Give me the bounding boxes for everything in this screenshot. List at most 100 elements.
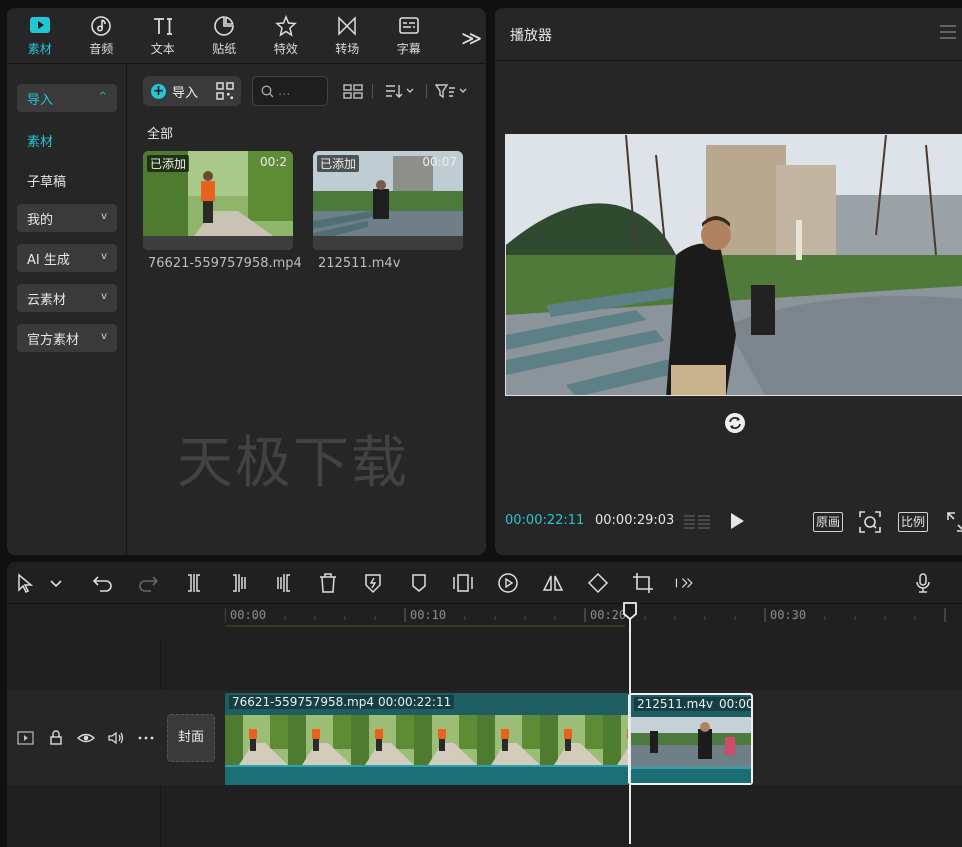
track-type-icon xyxy=(17,730,35,746)
tab-subtitle[interactable]: 字幕 xyxy=(378,8,440,64)
media-name: 212511.m4v xyxy=(318,256,401,271)
clip-duration: 00:00 xyxy=(716,697,751,711)
player-title: 播放器 xyxy=(510,28,552,44)
original-quality-button[interactable]: 原画 xyxy=(813,512,844,532)
playhead-handle[interactable] xyxy=(623,602,637,620)
nav-ai-label: AI 生成 xyxy=(27,252,70,268)
timeline-panel: 00:00 00:10 00:20 00:30 封面 76621-5597579… xyxy=(7,562,962,847)
media-name: 76621-559757958.mp4 xyxy=(148,256,302,271)
focus-icon[interactable] xyxy=(859,511,881,533)
delete-icon[interactable] xyxy=(317,572,339,594)
marker-icon[interactable] xyxy=(408,572,430,594)
clip-audio-strip xyxy=(630,767,751,783)
crop-icon[interactable] xyxy=(632,572,654,594)
split-icon[interactable] xyxy=(183,572,205,594)
subtitle-icon xyxy=(398,17,419,34)
nav-cloud-label: 云素材 xyxy=(27,292,67,308)
lock-icon[interactable] xyxy=(47,730,65,746)
filter-icon[interactable] xyxy=(435,82,469,100)
media-item[interactable]: 已添加 00:07 xyxy=(313,151,463,250)
tab-sticker[interactable]: 贴纸 xyxy=(194,8,256,64)
sort-icon[interactable] xyxy=(385,82,415,100)
select-tool-icon[interactable] xyxy=(15,572,37,594)
player-panel: 播放器 00:00:22:11 00:00:29:03 原画 比例 xyxy=(495,8,962,555)
left-nav: 导入 ^ 素材 子草稿 我的 v AI 生成 v 云素材 v 官方素材 v xyxy=(7,65,127,555)
top-tabs: 素材 音频 文本 贴纸 特效 转场 字幕 ≫ xyxy=(7,8,486,64)
nav-mine-label: 我的 xyxy=(27,212,54,228)
clip-duration: 00:00:22:11 xyxy=(375,695,455,709)
tab-transition[interactable]: 转场 xyxy=(317,8,379,64)
nav-official[interactable]: 官方素材 v xyxy=(17,324,117,352)
qr-code-icon[interactable] xyxy=(216,82,234,100)
tab-effects[interactable]: 特效 xyxy=(255,8,317,64)
nav-import-label: 导入 xyxy=(27,92,54,108)
text-icon xyxy=(153,18,172,35)
audio-icon xyxy=(91,16,112,36)
chevron-down-icon: v xyxy=(101,251,107,262)
tab-text[interactable]: 文本 xyxy=(132,8,194,64)
clip-filmstrip xyxy=(630,717,751,767)
playhead-line[interactable] xyxy=(629,604,631,844)
tab-label: 素材 xyxy=(27,42,52,56)
plus-icon: + xyxy=(151,82,166,99)
nav-cloud[interactable]: 云素材 v xyxy=(17,284,117,312)
more-icon[interactable] xyxy=(137,730,155,746)
search-box[interactable] xyxy=(252,76,328,106)
search-icon xyxy=(261,85,274,97)
timeline-ruler[interactable]: 00:00 00:10 00:20 00:30 xyxy=(224,604,962,628)
tab-label: 贴纸 xyxy=(212,42,237,56)
tab-audio[interactable]: 音频 xyxy=(71,8,133,64)
nav-ai-generate[interactable]: AI 生成 v xyxy=(17,244,117,272)
ratio-button[interactable]: 比例 xyxy=(898,512,929,532)
chevron-down-icon[interactable] xyxy=(45,572,62,594)
eye-icon[interactable] xyxy=(76,730,96,746)
play-icon[interactable] xyxy=(729,512,745,530)
timeline-toolbar xyxy=(7,562,962,604)
tabs-more-button[interactable]: ≫ xyxy=(461,26,482,50)
nav-import[interactable]: 导入 ^ xyxy=(17,84,117,112)
tab-label: 特效 xyxy=(273,42,298,56)
clip-thumbnails xyxy=(630,717,751,767)
tab-media[interactable]: 素材 xyxy=(9,8,71,64)
media-panel: 素材 音频 文本 贴纸 特效 转场 字幕 ≫ 导入 ^ 素材 子草稿 我的 v … xyxy=(7,8,486,555)
menu-icon[interactable] xyxy=(939,24,957,40)
media-duration: 00:07 xyxy=(422,155,457,169)
watermark: 天极下载 xyxy=(177,431,409,496)
layout-grid-icon[interactable] xyxy=(343,82,363,100)
volume-icon[interactable] xyxy=(107,730,125,746)
undo-icon[interactable] xyxy=(92,572,114,594)
clip-filmstrip xyxy=(225,715,628,765)
speed-icon[interactable] xyxy=(497,572,519,594)
media-item[interactable]: 已添加 00:2 xyxy=(143,151,293,250)
cover-button[interactable]: 封面 xyxy=(167,714,215,762)
ruler-label: 00:30 xyxy=(770,608,807,622)
rotate-clip-icon[interactable] xyxy=(587,572,609,594)
search-input[interactable] xyxy=(278,83,318,99)
fullscreen-icon[interactable] xyxy=(947,512,962,532)
clip-name: 212511.m4v xyxy=(634,697,717,711)
nav-mine[interactable]: 我的 v xyxy=(17,204,117,232)
total-time: 00:00:29:03 xyxy=(595,513,675,528)
added-badge: 已添加 xyxy=(317,155,360,172)
reverse-icon[interactable] xyxy=(452,572,474,594)
preview-frame xyxy=(506,135,962,395)
timecode-grid-icon[interactable] xyxy=(683,513,711,529)
mirror-icon[interactable] xyxy=(542,572,564,594)
split-right-icon[interactable] xyxy=(273,572,295,594)
split-left-icon[interactable] xyxy=(228,572,250,594)
media-duration: 00:2 xyxy=(260,155,287,169)
effects-icon xyxy=(274,15,297,37)
video-clip[interactable]: 76621-559757958.mp4 00:00:22:11 xyxy=(225,693,628,785)
rotate-icon[interactable] xyxy=(724,412,746,434)
toolbar-more-icon[interactable] xyxy=(675,572,697,594)
tab-label: 音频 xyxy=(89,42,114,56)
video-preview[interactable] xyxy=(505,134,962,396)
nav-subdraft[interactable]: 子草稿 xyxy=(27,171,66,190)
chevron-down-icon: v xyxy=(101,331,107,342)
freeze-icon[interactable] xyxy=(362,572,384,594)
video-clip-selected[interactable]: 212511.m4v 00:00 xyxy=(628,693,753,785)
nav-material[interactable]: 素材 xyxy=(27,131,53,150)
redo-icon[interactable] xyxy=(137,572,159,594)
import-label: 导入 xyxy=(172,85,199,101)
microphone-icon[interactable] xyxy=(912,572,934,594)
